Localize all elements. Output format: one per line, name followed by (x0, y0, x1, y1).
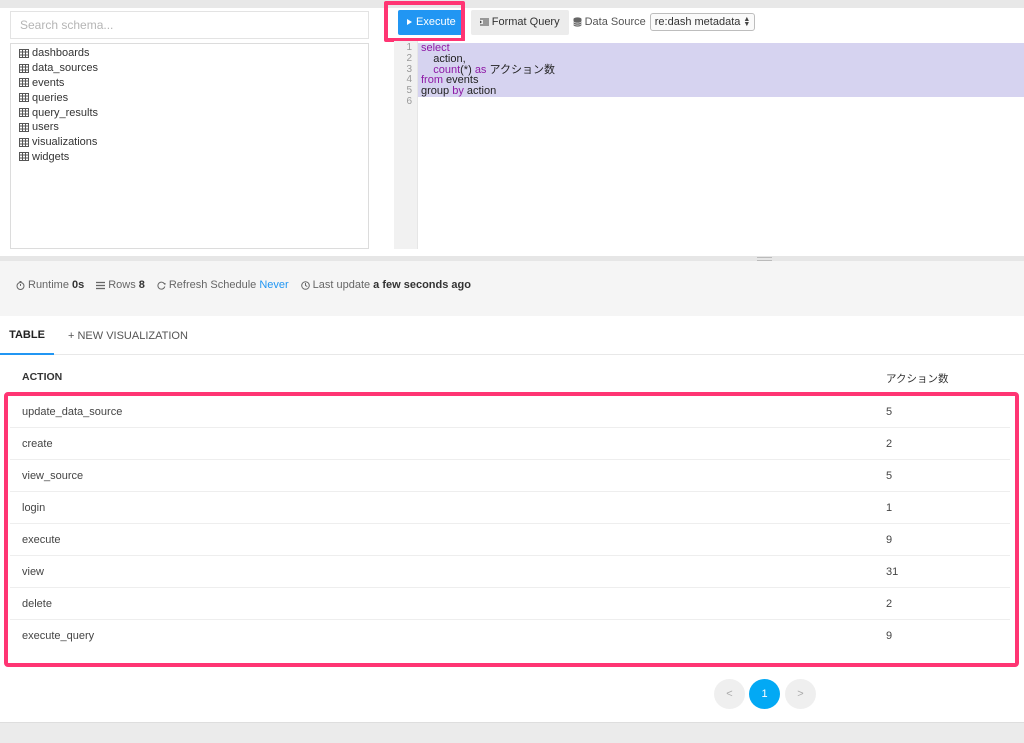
schema-item-label: dashboards (32, 47, 90, 60)
table-icon (19, 63, 29, 73)
data-source-select[interactable]: re:dash metadata ▲ ▼ (649, 13, 756, 31)
schema-item-label: widgets (32, 150, 70, 163)
code-lines: select action, count(*) as アクション数 from e… (421, 43, 555, 108)
rows-value: 8 (138, 279, 145, 291)
database-icon (572, 17, 582, 27)
refresh-label: Refresh Schedule (168, 279, 257, 291)
execute-highlight-box (384, 1, 465, 42)
tab-table[interactable]: TABLE (0, 316, 54, 355)
schema-item-label: queries (32, 91, 69, 104)
data-source-label: Data Source (572, 16, 646, 28)
schema-item-label: query_results (32, 106, 99, 119)
line-number: 6 (406, 95, 412, 107)
schema-item-dashboards[interactable]: dashboards (11, 46, 368, 61)
query-editor[interactable]: 1 2 3 4 5 6 select action, count(*) as ア… (394, 41, 1024, 249)
pagination-next-button[interactable]: > (785, 679, 816, 709)
rows-label: Rows (108, 279, 136, 291)
schema-item-data-sources[interactable]: data_sources (11, 61, 368, 76)
format-query-label: Format Query (491, 16, 560, 28)
schema-item-label: data_sources (32, 62, 99, 75)
query-meta-bar: Runtime 0s Rows 8 Refresh Schedule Never La… (16, 279, 483, 291)
table-icon (19, 48, 29, 58)
runtime-info: Runtime 0s (16, 279, 84, 291)
line-number: 2 (406, 52, 412, 64)
table-icon (19, 137, 29, 147)
schema-item-events[interactable]: events (11, 76, 368, 91)
schema-item-label: users (32, 121, 59, 134)
sql-keyword: by (452, 85, 464, 98)
splitter-handle-icon[interactable] (757, 257, 772, 261)
schema-item-label: events (32, 76, 65, 89)
sql-alias: アクション数 (486, 63, 555, 76)
refresh-info: Refresh Schedule Never (157, 279, 289, 291)
table-icon (19, 93, 29, 103)
line-number-gutter: 1 2 3 4 5 6 (394, 41, 418, 249)
last-update-info: Last update a few seconds ago (300, 279, 471, 291)
column-header-action[interactable]: ACTION (22, 371, 62, 383)
bottom-strip (0, 722, 1024, 743)
refresh-icon (157, 281, 166, 290)
schema-item-queries[interactable]: queries (11, 90, 368, 105)
indent-icon (479, 18, 489, 26)
sql-keyword-group: group (421, 85, 450, 98)
select-arrows-icon: ▲ ▼ (743, 16, 751, 28)
rows-info: Rows 8 (96, 279, 145, 291)
data-source-label-text: Data Source (584, 16, 646, 28)
results-highlight-box (4, 392, 1019, 667)
table-icon (19, 152, 29, 162)
last-update-value: a few seconds ago (373, 279, 471, 291)
schema-item-widgets[interactable]: widgets (11, 150, 368, 165)
pagination-page-1[interactable]: 1 (749, 679, 780, 709)
panel-splitter[interactable] (0, 256, 1024, 261)
schema-table-list: dashboards data_sources events queries q… (10, 43, 369, 249)
data-source-value: re:dash metadata (654, 16, 741, 28)
rows-icon (96, 281, 106, 289)
stopwatch-icon (16, 280, 25, 290)
last-update-label: Last update (312, 279, 371, 291)
refresh-schedule-link[interactable]: Never (259, 279, 288, 291)
sql-identifier: action (463, 85, 497, 98)
pagination-prev-button[interactable]: < (714, 679, 745, 709)
table-icon (19, 108, 29, 118)
top-strip (0, 0, 1024, 8)
format-query-button[interactable]: Format Query (470, 9, 569, 35)
new-visualization-tab[interactable]: + NEW VISUALIZATION (68, 316, 188, 355)
schema-search-input[interactable] (10, 11, 369, 39)
clock-icon (300, 280, 310, 290)
schema-item-visualizations[interactable]: visualizations (11, 135, 368, 150)
runtime-label: Runtime (28, 279, 69, 291)
table-icon (19, 122, 29, 132)
code-line-5: group by action (421, 86, 555, 97)
results-panel: TABLE + NEW VISUALIZATION ACTION アクション数 … (0, 316, 1024, 722)
table-icon (19, 78, 29, 88)
schema-item-users[interactable]: users (11, 120, 368, 135)
runtime-value: 0s (71, 279, 85, 291)
results-tabs: TABLE + NEW VISUALIZATION (0, 316, 1024, 355)
schema-item-label: visualizations (32, 136, 98, 149)
schema-item-query-results[interactable]: query_results (11, 105, 368, 120)
column-header-count[interactable]: アクション数 (886, 371, 948, 386)
